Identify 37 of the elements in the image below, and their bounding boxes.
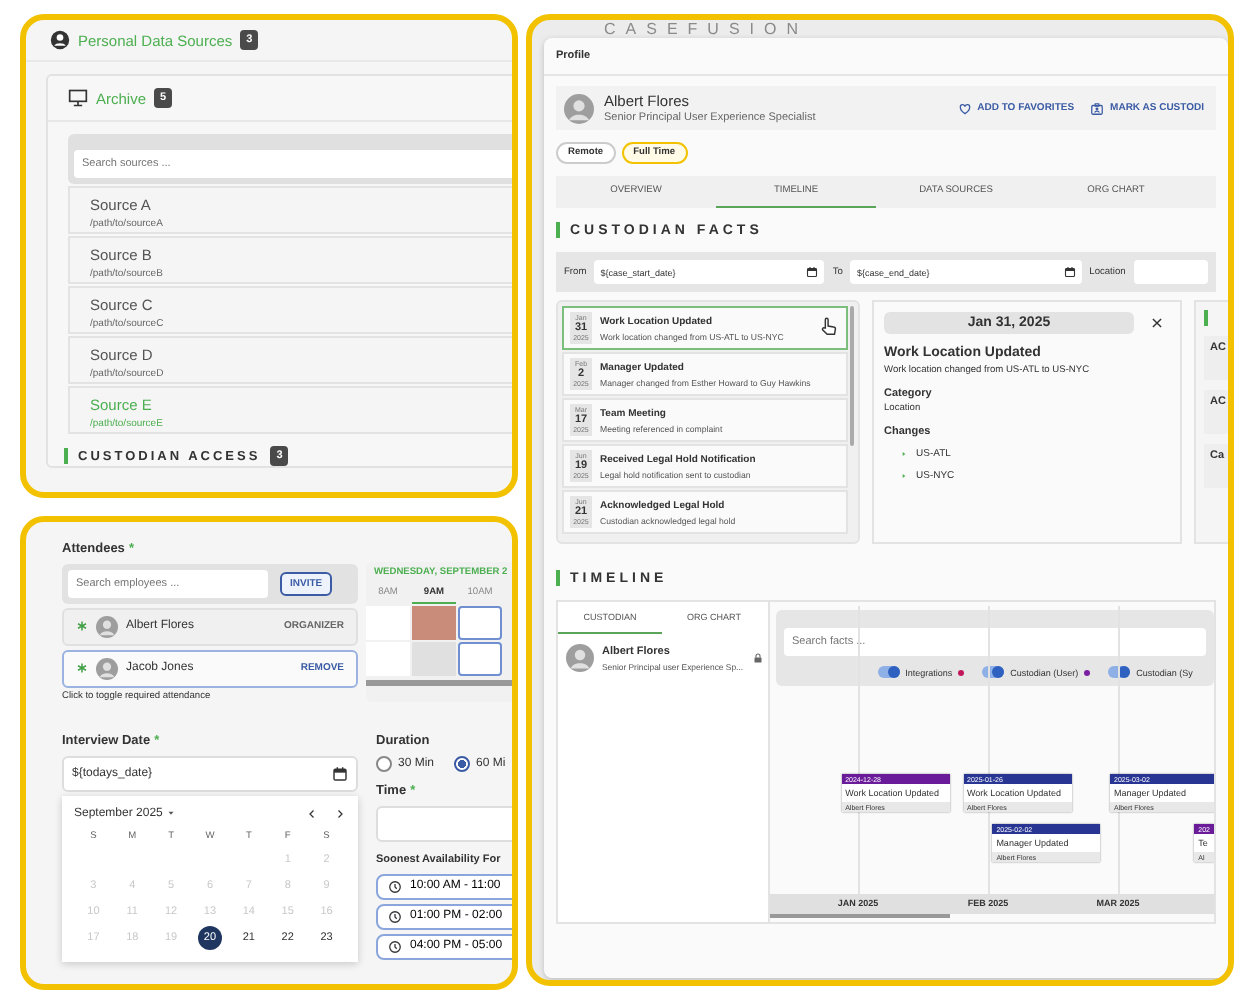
toggle-switch[interactable] — [982, 666, 1005, 678]
asterisk-icon[interactable] — [76, 620, 88, 632]
scrollbar[interactable] — [850, 306, 854, 446]
clock-icon — [388, 909, 402, 923]
monitor-icon — [68, 88, 88, 108]
radio-button[interactable] — [454, 755, 471, 771]
chevron-left-icon — [306, 807, 318, 819]
time-cell[interactable] — [412, 641, 456, 675]
logo-text: CASEFUSION — [602, 20, 811, 38]
time-cell[interactable] — [458, 605, 502, 639]
clock-icon — [388, 939, 402, 953]
calendar-icon — [806, 266, 819, 278]
time-cell[interactable] — [458, 641, 502, 675]
time-cell[interactable] — [366, 641, 410, 675]
lock-icon — [751, 652, 764, 664]
avatar — [564, 93, 594, 123]
id-badge-icon — [1090, 101, 1105, 115]
avatar — [566, 644, 594, 672]
clock-icon — [388, 879, 402, 893]
input-field[interactable] — [1133, 260, 1208, 284]
caret-icon — [166, 808, 177, 818]
calendar-icon — [332, 765, 348, 781]
time-cell[interactable] — [412, 605, 456, 639]
chevron-right-icon — [334, 807, 346, 819]
avatar — [96, 615, 118, 637]
toggle-switch[interactable] — [877, 666, 900, 678]
radio-button[interactable] — [376, 755, 392, 771]
scrollbar[interactable] — [770, 914, 950, 918]
close-icon[interactable] — [1150, 316, 1164, 330]
avatar — [96, 657, 118, 679]
time-cell[interactable] — [366, 605, 410, 639]
calendar-icon — [1063, 266, 1076, 278]
asterisk-icon[interactable] — [76, 662, 88, 674]
user-icon — [50, 30, 70, 50]
hand-pointer-icon — [818, 316, 840, 338]
toggle-switch[interactable] — [1108, 666, 1131, 678]
heart-icon — [957, 101, 972, 115]
